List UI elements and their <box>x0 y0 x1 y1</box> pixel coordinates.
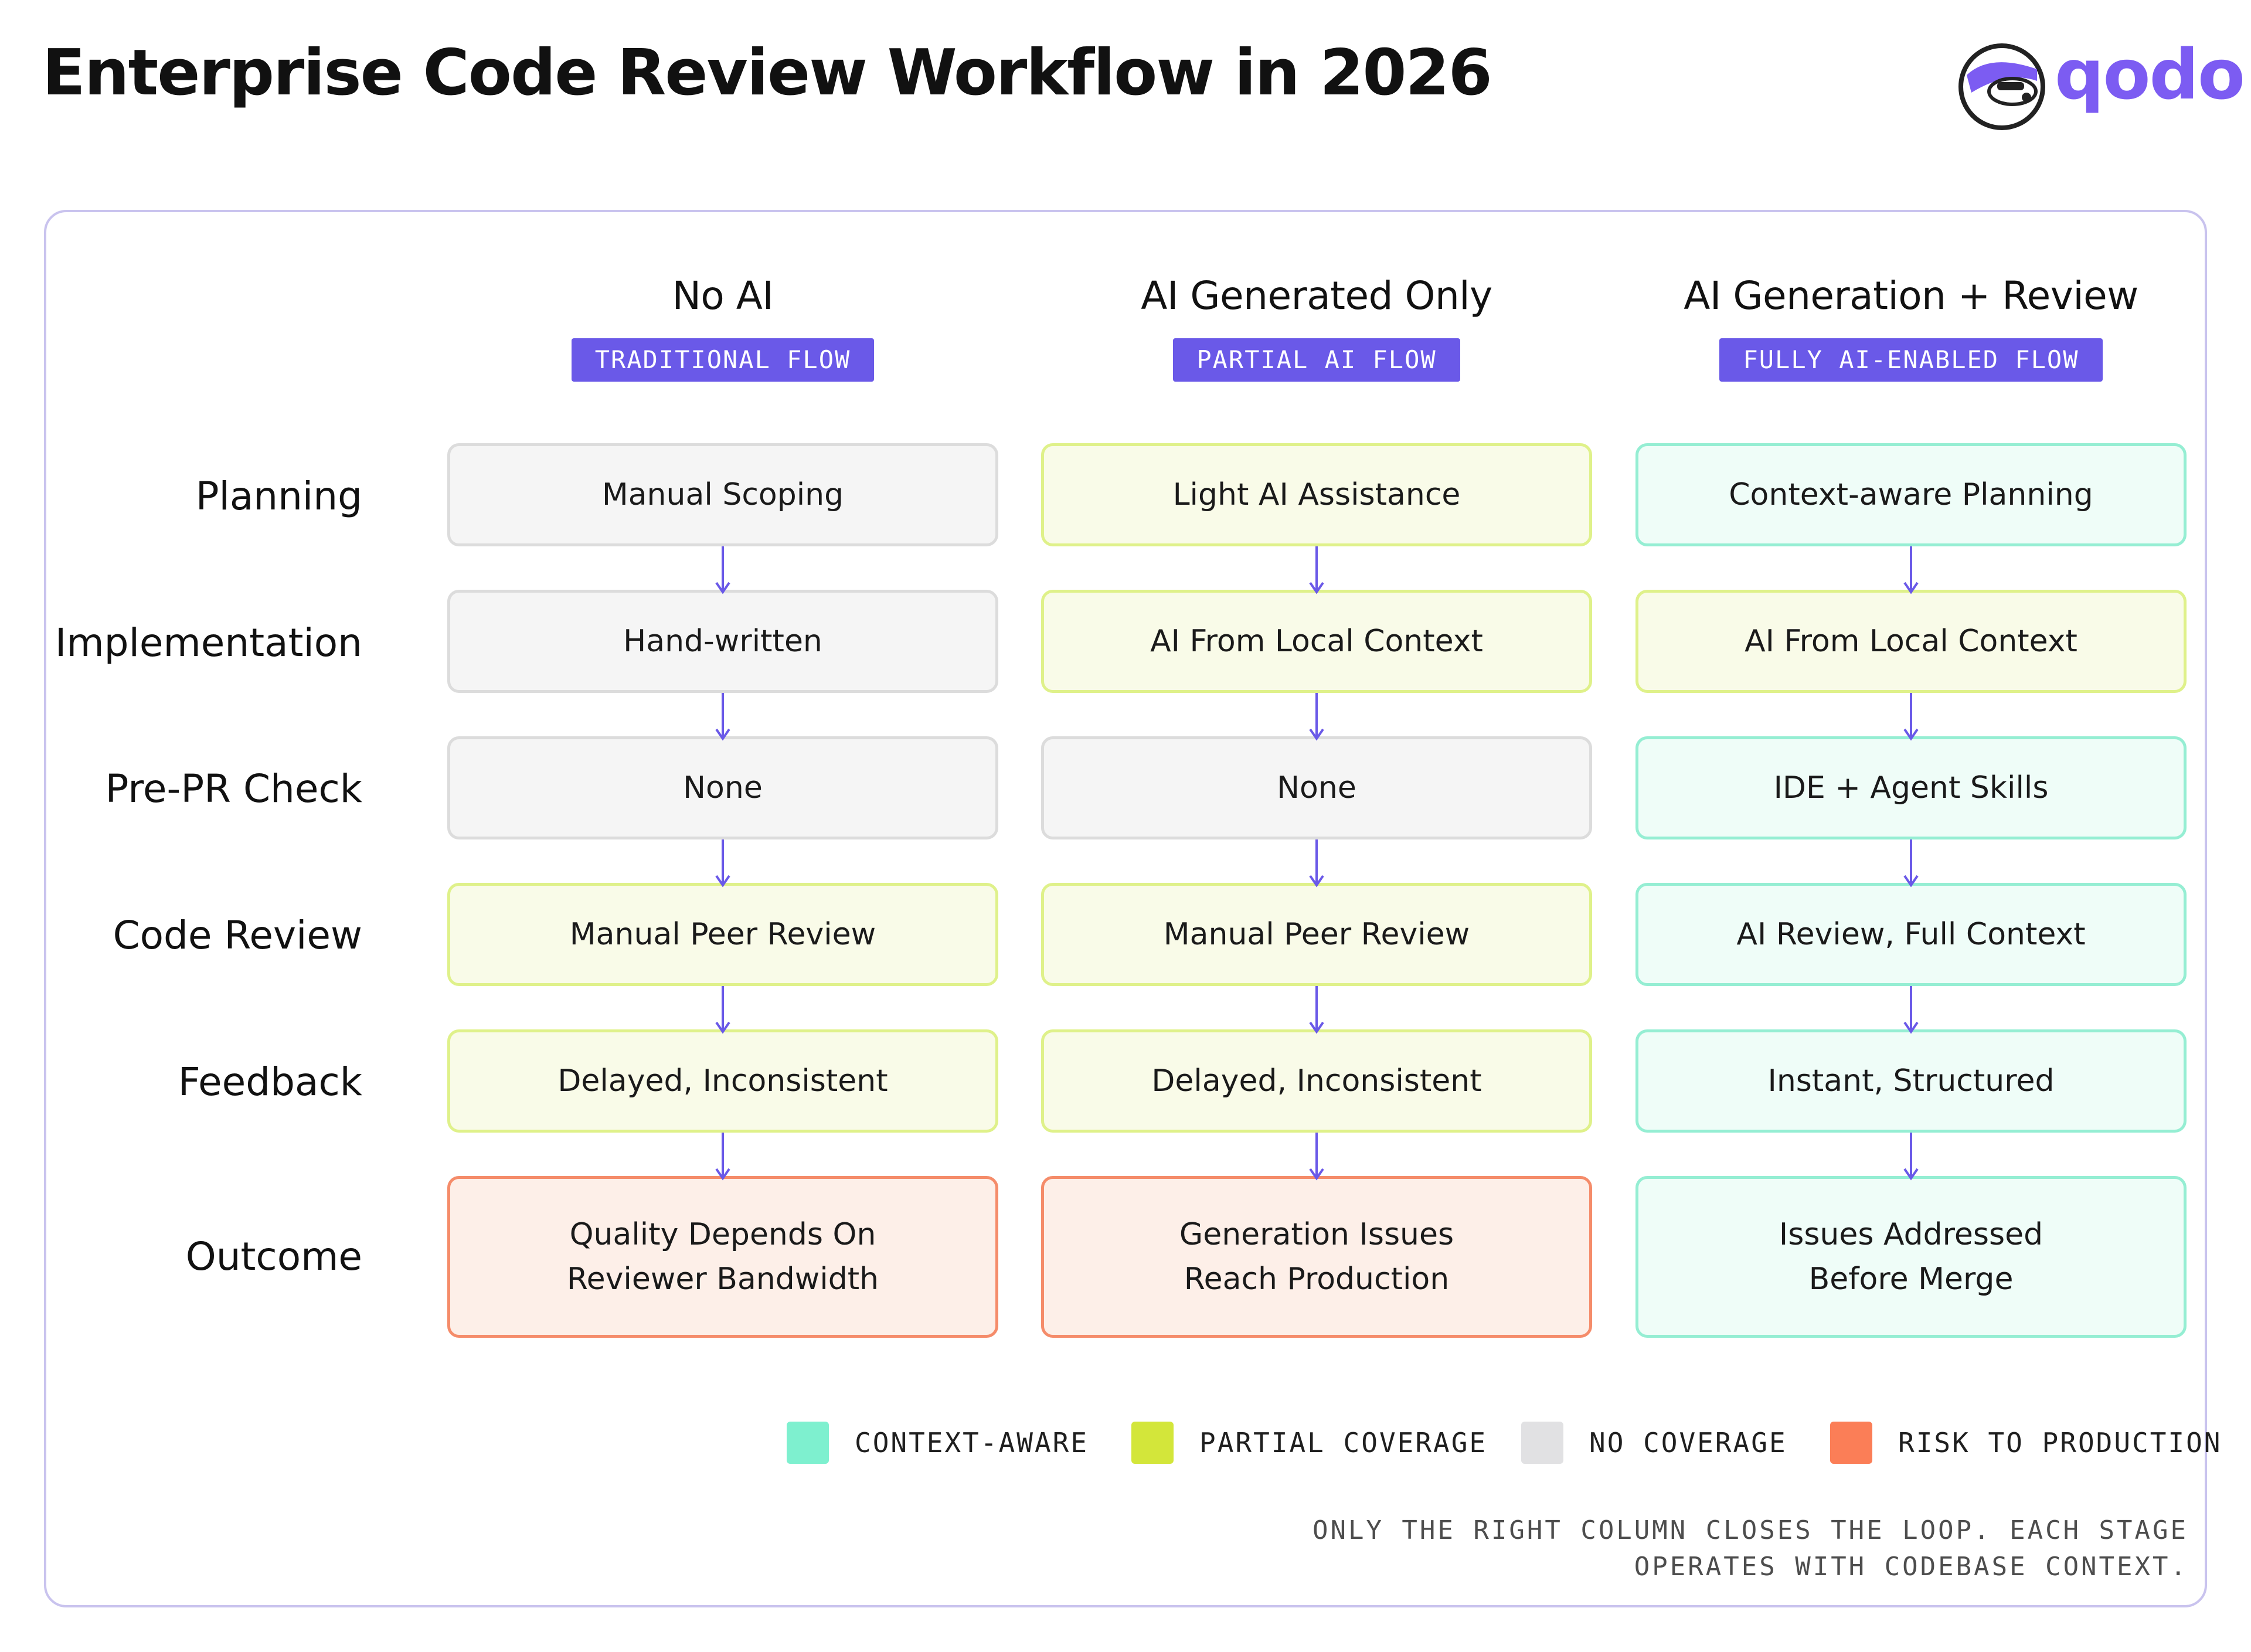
stage-box: Delayed, Inconsistent <box>1041 1029 1592 1133</box>
row-label-pre-pr-check: Pre-PR Check <box>105 766 362 811</box>
column-title: AI Generation + Review <box>1684 273 2138 318</box>
row-label-outcome: Outcome <box>185 1234 362 1279</box>
stage-box: Manual Scoping <box>447 443 998 546</box>
footnote-line: ONLY THE RIGHT COLUMN CLOSES THE LOOP. E… <box>1312 1515 2188 1545</box>
stage-box: Generation Issues Reach Production <box>1041 1176 1592 1338</box>
footnote: ONLY THE RIGHT COLUMN CLOSES THE LOOP. E… <box>1075 1512 2188 1585</box>
stage-box: AI From Local Context <box>1041 590 1592 693</box>
column-header-ai-generation-review: AI Generation + Review FULLY AI-ENABLED … <box>1635 267 2187 382</box>
stage-box: IDE + Agent Skills <box>1635 736 2187 839</box>
legend-label-risk-to-production: RISK TO PRODUCTION <box>1898 1427 2222 1459</box>
stage-box: Instant, Structured <box>1635 1029 2187 1133</box>
row-label-implementation: Implementation <box>55 620 362 665</box>
legend-label-context-aware: CONTEXT-AWARE <box>855 1427 1089 1459</box>
stage-box: None <box>447 736 998 839</box>
footnote-line: OPERATES WITH CODEBASE CONTEXT. <box>1634 1552 2188 1582</box>
column-title: No AI <box>672 273 774 318</box>
row-label-feedback: Feedback <box>178 1059 362 1104</box>
legend-label-partial-coverage: PARTIAL COVERAGE <box>1199 1427 1488 1459</box>
page-title: Enterprise Code Review Workflow in 2026 <box>42 36 1492 110</box>
brand-logo[interactable]: qodo <box>1955 35 2245 135</box>
column-header-ai-generated-only: AI Generated Only PARTIAL AI FLOW <box>1041 267 1592 382</box>
row-label-code-review: Code Review <box>113 913 362 958</box>
stage-box: AI From Local Context <box>1635 590 2187 693</box>
qodo-mascot-icon <box>1958 43 2045 130</box>
legend-swatch-partial-coverage <box>1131 1422 1174 1464</box>
column-badge: TRADITIONAL FLOW <box>571 338 875 382</box>
stage-box: Manual Peer Review <box>1041 883 1592 986</box>
stage-box: AI Review, Full Context <box>1635 883 2187 986</box>
legend-swatch-context-aware <box>787 1422 829 1464</box>
column-badge: PARTIAL AI FLOW <box>1173 338 1460 382</box>
stage-box: None <box>1041 736 1592 839</box>
legend-swatch-no-coverage <box>1521 1422 1563 1464</box>
brand-wordmark: qodo <box>2055 34 2245 115</box>
stage-box: Hand-written <box>447 590 998 693</box>
column-badge: FULLY AI-ENABLED FLOW <box>1719 338 2103 382</box>
legend-swatch-risk-to-production <box>1830 1422 1872 1464</box>
stage-box: Light AI Assistance <box>1041 443 1592 546</box>
stage-box: Delayed, Inconsistent <box>447 1029 998 1133</box>
legend-label-no-coverage: NO COVERAGE <box>1589 1427 1787 1459</box>
column-title: AI Generated Only <box>1141 273 1492 318</box>
stage-box: Issues Addressed Before Merge <box>1635 1176 2187 1338</box>
stage-box: Quality Depends On Reviewer Bandwidth <box>447 1176 998 1338</box>
row-label-planning: Planning <box>195 474 362 519</box>
stage-box: Manual Peer Review <box>447 883 998 986</box>
stage-box: Context-aware Planning <box>1635 443 2187 546</box>
column-header-no-ai: No AI TRADITIONAL FLOW <box>447 267 998 382</box>
